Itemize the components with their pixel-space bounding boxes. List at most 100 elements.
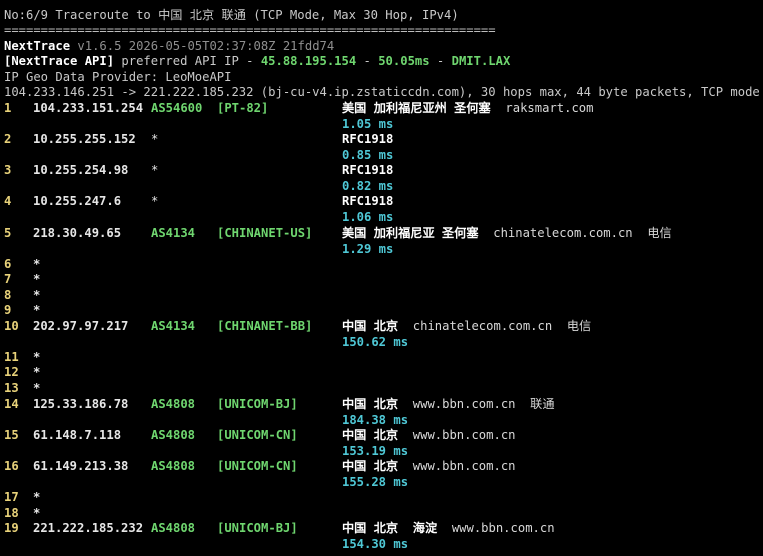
nexttrace-version-line: NextTrace v1.6.5 2026-05-05T02:37:08Z 21… [4,39,334,54]
hop-rtt: 1.06 ms [342,210,394,224]
hop-geo: RFC1918 [342,132,393,147]
hop-row: 11 * [0,350,763,365]
hop-number: 16 [4,459,19,473]
hop-asn: * [151,194,159,208]
hop-number: 17 [4,490,19,504]
hop-domain: www.bbn.com.cn [437,521,555,535]
hop-ip: 221.222.185.232 [33,521,144,535]
hop-domain: raksmart.com [490,101,594,115]
hop-number: 2 [4,132,12,146]
hop-tag: [PT-82] [217,101,269,115]
hop-ip: 202.97.97.217 [33,319,129,333]
hop-timeout: * [33,257,41,271]
hop-number: 10 [4,319,19,333]
hop-row: 19 221.222.185.232 AS4808 [UNICOM-BJ] 中国 北京 … [0,521,763,551]
hop-number: 5 [4,226,12,240]
hop-timeout: * [33,490,41,504]
hop-location: RFC1918 [342,163,394,177]
hop-tag: [CHINANET-BB] [217,319,313,333]
route-summary-line: 104.233.146.251 -> 221.222.185.232 (bj-c… [4,85,760,99]
hop-asn: AS4134 [151,319,196,333]
hop-tag: [CHINANET-US] [217,226,313,240]
hop-row: 2 10.255.255.152 * RFC1918 0.85 ms [0,132,763,162]
hop-geo: 美国 加利福尼亚州 圣何塞 raksmart.com [342,101,593,116]
hop-domain: chinatelecom.com.cn [398,319,553,333]
hop-location: 中国 北京 [342,459,399,473]
geo-provider-line: IP Geo Data Provider: LeoMoeAPI [4,70,232,84]
hop-domain: www.bbn.com.cn [398,459,516,473]
hop-row: 6 * [0,257,763,272]
hop-number: 3 [4,163,12,177]
hop-isp: 电信 [632,226,672,240]
nexttrace-name: NextTrace [4,39,71,53]
terminal-window[interactable]: No:6/9 Traceroute to 中国 北京 联通 (TCP Mode,… [0,0,763,556]
hop-geo: 美国 加利福尼亚 圣何塞 chinatelecom.com.cn 电信 [342,226,672,241]
hop-asn: AS4808 [151,397,196,411]
hop-number: 7 [4,272,12,286]
hop-rtt: 153.19 ms [342,444,409,458]
hop-asn: AS4808 [151,521,196,535]
hop-timeout: * [33,272,41,286]
hop-ip: 104.233.151.254 [33,101,144,115]
api-ip: 45.88.195.154 [260,54,357,68]
hop-asn: AS4808 [151,428,196,442]
hop-row: 13 * [0,381,763,396]
api-node: DMIT.LAX [451,54,511,68]
hop-tag: [UNICOM-BJ] [217,521,298,535]
hop-number: 1 [4,101,12,115]
hop-asn: * [151,163,159,177]
hop-isp: 电信 [552,319,592,333]
hop-tag: [UNICOM-CN] [217,459,298,473]
hop-location: RFC1918 [342,132,394,146]
hop-row: 5 218.30.49.65 AS4134 [CHINANET-US] 美国 加利福尼亚… [0,226,763,256]
hop-domain: www.bbn.com.cn [398,428,516,442]
api-label: [NextTrace API] [4,54,115,68]
hop-number: 18 [4,506,19,520]
hop-row: 14 125.33.186.78 AS4808 [UNICOM-BJ] 中国 北京 ww… [0,397,763,427]
hop-asn: AS54600 [151,101,203,115]
hop-location: 中国 北京 [342,319,399,333]
hop-isp: 联通 [515,397,555,411]
trace-title: No:6/9 Traceroute to 中国 北京 联通 (TCP Mode,… [4,8,459,22]
hop-row: 8 * [0,288,763,303]
hop-row: 15 61.148.7.118 AS4808 [UNICOM-CN] 中国 北京 www… [0,428,763,458]
hop-row: 12 * [0,365,763,380]
hop-domain: www.bbn.com.cn [398,397,516,411]
hop-ip: 10.255.247.6 [33,194,122,208]
nexttrace-version: v1.6.5 2026-05-05T02:37:08Z 21fdd74 [77,39,335,53]
hop-row: 9 * [0,303,763,318]
hop-number: 12 [4,365,19,379]
hop-row: 3 10.255.254.98 * RFC1918 0.82 ms [0,163,763,193]
hop-number: 15 [4,428,19,442]
hop-number: 19 [4,521,19,535]
hop-geo: 中国 北京 www.bbn.com.cn [342,459,516,474]
hop-rtt: 0.85 ms [342,148,394,162]
hop-ip: 218.30.49.65 [33,226,122,240]
hop-timeout: * [33,303,41,317]
hop-location: RFC1918 [342,194,394,208]
hop-tag: [UNICOM-CN] [217,428,298,442]
hop-tag: [UNICOM-BJ] [217,397,298,411]
hop-number: 9 [4,303,12,317]
hop-row: 4 10.255.247.6 * RFC1918 1.06 ms [0,194,763,224]
hop-ip: 61.148.7.118 [33,428,122,442]
api-latency: 50.05ms [378,54,430,68]
hop-number: 4 [4,194,12,208]
hop-rtt: 1.05 ms [342,117,394,131]
hop-timeout: * [33,365,41,379]
hop-asn: AS4808 [151,459,196,473]
hop-number: 8 [4,288,12,302]
hop-number: 14 [4,397,19,411]
hop-ip: 10.255.254.98 [33,163,129,177]
hop-asn: * [151,132,159,146]
hop-ip: 61.149.213.38 [33,459,129,473]
hop-location: 美国 加利福尼亚 圣何塞 [342,226,479,240]
hop-geo: 中国 北京 海淀 www.bbn.com.cn [342,521,555,536]
hop-geo: 中国 北京 www.bbn.com.cn 联通 [342,397,555,412]
hop-timeout: * [33,288,41,302]
hop-row: 17 * [0,490,763,505]
hop-row: 10 202.97.97.217 AS4134 [CHINANET-BB] 中国 北京 … [0,319,763,349]
hop-geo: 中国 北京 www.bbn.com.cn [342,428,516,443]
hop-row: 16 61.149.213.38 AS4808 [UNICOM-CN] 中国 北京 ww… [0,459,763,489]
hop-location: 美国 加利福尼亚州 圣何塞 [342,101,491,115]
